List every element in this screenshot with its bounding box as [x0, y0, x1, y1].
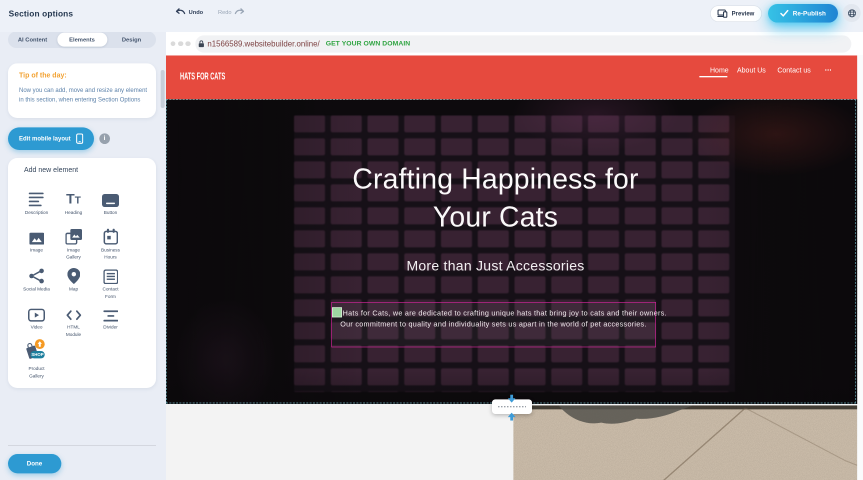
svg-text:SHOP: SHOP [32, 352, 44, 357]
